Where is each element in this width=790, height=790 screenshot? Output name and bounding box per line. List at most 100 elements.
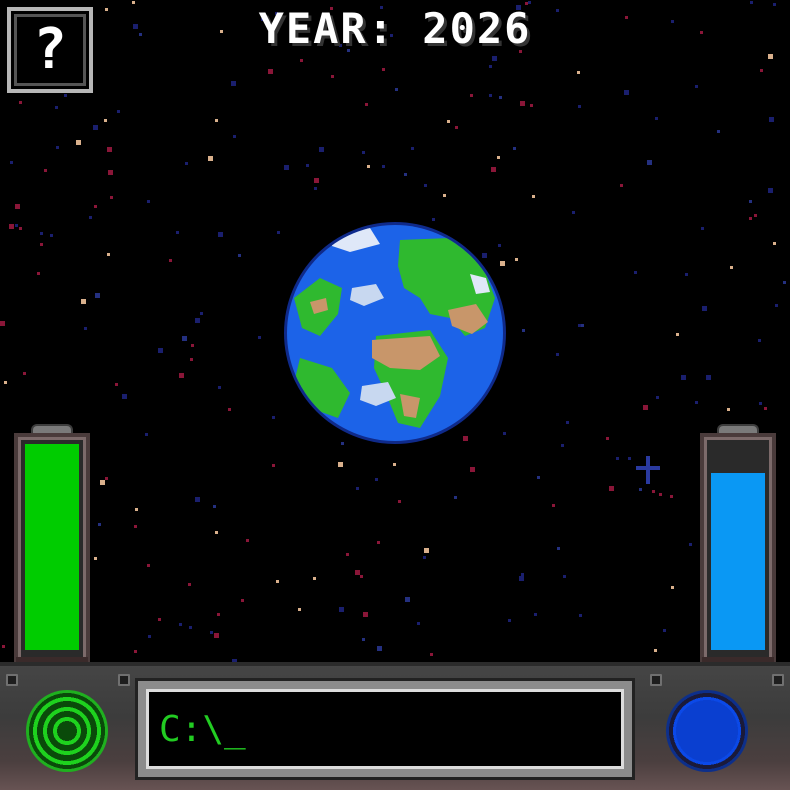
star — [258, 336, 261, 339]
star — [185, 162, 188, 165]
star — [566, 421, 569, 424]
star — [176, 231, 179, 234]
star — [218, 232, 223, 237]
star — [579, 614, 582, 617]
star — [424, 548, 429, 553]
star — [210, 631, 213, 634]
star — [455, 126, 458, 129]
star — [552, 504, 555, 507]
star — [492, 56, 497, 61]
star — [346, 553, 349, 556]
star — [382, 165, 385, 168]
blue-orb-button[interactable] — [666, 690, 748, 772]
star — [659, 493, 662, 496]
gauge-body — [700, 433, 776, 664]
star — [298, 608, 301, 611]
star — [9, 224, 14, 229]
star — [519, 576, 524, 581]
star — [117, 110, 120, 113]
star — [382, 68, 385, 71]
star — [411, 147, 414, 150]
star — [671, 586, 674, 589]
star — [362, 151, 365, 154]
star — [94, 205, 97, 208]
star — [556, 353, 559, 356]
star — [93, 125, 98, 130]
star — [377, 541, 380, 544]
star — [214, 633, 219, 638]
star — [695, 401, 698, 404]
energy-fill — [25, 444, 79, 650]
star — [108, 170, 113, 175]
star — [228, 408, 231, 411]
star — [179, 623, 182, 626]
star — [115, 383, 118, 386]
star — [489, 65, 492, 68]
star — [513, 147, 516, 150]
star — [405, 597, 410, 602]
star — [89, 216, 92, 219]
star — [19, 101, 22, 104]
star — [84, 327, 87, 330]
water-fill — [711, 473, 765, 650]
star — [491, 167, 496, 172]
star — [534, 613, 537, 616]
star — [470, 467, 475, 472]
star — [652, 490, 655, 493]
star — [238, 254, 241, 257]
star — [447, 120, 450, 123]
star — [685, 273, 688, 276]
game-stage: YEAR: 2026 ? C:\_ — [0, 0, 790, 790]
star — [727, 408, 730, 411]
star — [134, 650, 137, 653]
star — [557, 547, 560, 550]
star — [145, 433, 148, 436]
star — [508, 619, 511, 622]
rivet — [118, 674, 130, 686]
star — [430, 653, 433, 656]
star — [215, 119, 218, 122]
rivet — [6, 674, 18, 686]
help-button[interactable]: ? — [7, 7, 93, 93]
star — [521, 573, 524, 576]
command-console[interactable]: C:\_ — [135, 678, 635, 780]
star — [578, 105, 581, 108]
star — [398, 500, 401, 503]
star — [23, 372, 26, 375]
star — [314, 187, 317, 190]
star — [135, 508, 138, 511]
star — [4, 381, 7, 384]
rivet — [650, 674, 662, 686]
star — [706, 375, 711, 380]
planet-earth[interactable] — [280, 218, 510, 448]
star — [634, 271, 637, 274]
star — [188, 583, 191, 586]
star — [76, 140, 81, 145]
star — [300, 59, 303, 62]
star — [577, 71, 580, 74]
star — [443, 194, 446, 197]
star — [616, 457, 619, 460]
console-screen[interactable]: C:\_ — [146, 689, 624, 769]
star — [40, 243, 43, 246]
star — [15, 224, 18, 227]
star — [191, 344, 194, 347]
star — [189, 626, 192, 629]
help-icon: ? — [33, 17, 67, 82]
star — [609, 486, 614, 491]
star — [94, 557, 97, 560]
gauge-body — [14, 433, 90, 664]
star — [276, 580, 279, 583]
star — [208, 156, 213, 161]
year-display: YEAR: 2026 — [258, 4, 532, 53]
star — [37, 272, 40, 275]
star — [689, 543, 692, 546]
star — [695, 85, 698, 88]
star — [367, 165, 370, 168]
star — [759, 402, 762, 405]
star — [331, 75, 334, 78]
star — [424, 184, 427, 187]
radar-button[interactable] — [26, 690, 108, 772]
star — [377, 646, 382, 651]
star — [179, 373, 184, 378]
